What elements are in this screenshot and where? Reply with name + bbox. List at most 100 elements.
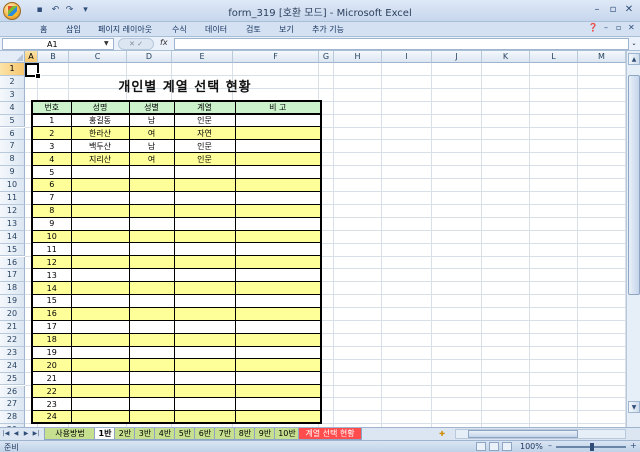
- cell-number[interactable]: 19: [31, 345, 72, 360]
- cell-gender[interactable]: [128, 306, 175, 321]
- horizontal-scrollbar[interactable]: [455, 429, 626, 439]
- tab-formulas[interactable]: 수식: [172, 24, 187, 35]
- sheet-tab[interactable]: 사용방법: [44, 428, 96, 440]
- cell-name[interactable]: [70, 203, 130, 218]
- cell-number[interactable]: 15: [31, 293, 72, 308]
- sheet-tab[interactable]: 6반: [194, 428, 216, 440]
- row-header[interactable]: 22: [0, 333, 25, 347]
- row-header[interactable]: 21: [0, 321, 25, 334]
- row-header[interactable]: 26: [0, 385, 25, 399]
- cell-track[interactable]: [173, 216, 236, 231]
- cell-remarks[interactable]: [234, 229, 322, 244]
- ribbon-minimize-icon[interactable]: –: [604, 23, 608, 32]
- cell-remarks[interactable]: [234, 165, 322, 179]
- row-header[interactable]: 19: [0, 295, 25, 309]
- cell-number[interactable]: 24: [31, 409, 72, 424]
- cell-track[interactable]: [173, 384, 236, 399]
- column-header[interactable]: A: [25, 51, 38, 63]
- cell-number[interactable]: 23: [31, 397, 72, 411]
- header-remarks[interactable]: 비 고: [234, 100, 322, 115]
- horizontal-scroll-thumb[interactable]: [468, 430, 578, 438]
- cell-number[interactable]: 3: [31, 139, 72, 154]
- cell-gender[interactable]: [128, 397, 175, 411]
- cell-remarks[interactable]: [234, 293, 322, 308]
- header-name[interactable]: 성명: [70, 100, 130, 115]
- cell-remarks[interactable]: [234, 319, 322, 334]
- row-header[interactable]: 13: [0, 217, 25, 231]
- cell-track[interactable]: [173, 203, 236, 218]
- cell-remarks[interactable]: [234, 306, 322, 321]
- cell-track[interactable]: [173, 345, 236, 360]
- cell-number[interactable]: 11: [31, 242, 72, 257]
- cell-remarks[interactable]: [234, 409, 322, 424]
- cell-number[interactable]: 16: [31, 306, 72, 321]
- zoom-slider-thumb[interactable]: [590, 443, 594, 451]
- cell-name[interactable]: [70, 255, 130, 270]
- row-header[interactable]: 16: [0, 256, 25, 270]
- row-header[interactable]: 10: [0, 179, 25, 192]
- header-track[interactable]: 계열: [173, 100, 236, 115]
- cell-name[interactable]: [70, 371, 130, 386]
- cell-gender[interactable]: 남: [128, 113, 175, 128]
- column-header[interactable]: B: [38, 51, 69, 63]
- cell-gender[interactable]: [128, 216, 175, 231]
- row-header[interactable]: 12: [0, 204, 25, 218]
- row-header[interactable]: 27: [0, 398, 25, 412]
- cell-number[interactable]: 12: [31, 255, 72, 270]
- cell-track[interactable]: [173, 397, 236, 411]
- cell-name[interactable]: 한라산: [70, 126, 130, 141]
- cell-remarks[interactable]: [234, 190, 322, 205]
- cell-gender[interactable]: [128, 384, 175, 399]
- row-header[interactable]: 20: [0, 308, 25, 321]
- tab-add-ins[interactable]: 추가 기능: [312, 24, 344, 35]
- cell-remarks[interactable]: [234, 126, 322, 141]
- row-header[interactable]: 24: [0, 359, 25, 373]
- cell-name[interactable]: [70, 306, 130, 321]
- cell-name[interactable]: [70, 332, 130, 347]
- cell-number[interactable]: 7: [31, 190, 72, 205]
- cell-number[interactable]: 17: [31, 319, 72, 334]
- row-header[interactable]: 7: [0, 140, 25, 154]
- cell-number[interactable]: 8: [31, 203, 72, 218]
- cell-remarks[interactable]: [234, 139, 322, 154]
- cell-name[interactable]: [70, 216, 130, 231]
- sheet-tab[interactable]: 2반: [114, 428, 136, 440]
- sheet-tab[interactable]: 4반: [154, 428, 176, 440]
- sheet-tab[interactable]: 1반: [94, 428, 116, 440]
- cell-remarks[interactable]: [234, 358, 322, 373]
- insert-sheet-icon[interactable]: ✚: [434, 428, 450, 440]
- column-header[interactable]: I: [382, 51, 432, 63]
- row-header[interactable]: 5: [0, 114, 25, 128]
- cell-name[interactable]: 백두산: [70, 139, 130, 154]
- cell-number[interactable]: 20: [31, 358, 72, 373]
- normal-view-icon[interactable]: [476, 442, 486, 451]
- cell-track[interactable]: [173, 319, 236, 334]
- cell-gender[interactable]: [128, 203, 175, 218]
- tab-insert[interactable]: 삽입: [66, 24, 81, 35]
- sheet-tab[interactable]: 계열 선택 현황: [298, 428, 362, 440]
- insert-function-button[interactable]: fx: [160, 38, 168, 47]
- cell-number[interactable]: 14: [31, 281, 72, 295]
- column-header[interactable]: C: [69, 51, 127, 63]
- sheet-tab[interactable]: 10반: [274, 428, 300, 440]
- formula-input[interactable]: [174, 38, 629, 50]
- expand-formula-bar-icon[interactable]: ⌄: [630, 38, 638, 50]
- cell-name[interactable]: 홍길동: [70, 113, 130, 128]
- cell-remarks[interactable]: [234, 281, 322, 295]
- cell-remarks[interactable]: [234, 113, 322, 128]
- cell-gender[interactable]: [128, 409, 175, 424]
- cell-track[interactable]: [173, 293, 236, 308]
- cell-remarks[interactable]: [234, 242, 322, 257]
- cell-number[interactable]: 18: [31, 332, 72, 347]
- cell-gender[interactable]: [128, 268, 175, 283]
- row-header[interactable]: 3: [0, 88, 25, 102]
- cell-gender[interactable]: [128, 190, 175, 205]
- row-header[interactable]: 4: [0, 101, 25, 115]
- cell-gender[interactable]: [128, 345, 175, 360]
- header-gender[interactable]: 성별: [128, 100, 175, 115]
- cell-gender[interactable]: 여: [128, 152, 175, 167]
- cell-remarks[interactable]: [234, 397, 322, 411]
- cell-remarks[interactable]: [234, 152, 322, 167]
- close-icon[interactable]: ✕: [622, 3, 636, 17]
- row-header[interactable]: 1: [0, 63, 25, 76]
